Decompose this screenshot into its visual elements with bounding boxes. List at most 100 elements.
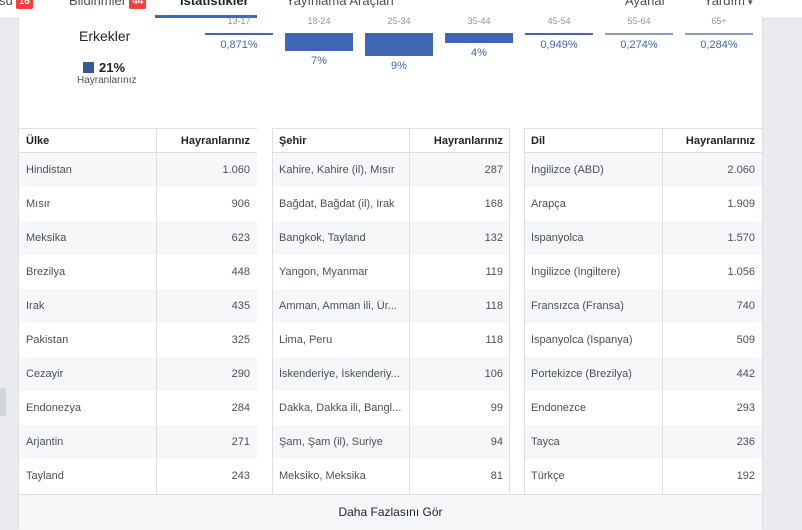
row-fan-count: 1.570	[727, 232, 755, 244]
table-row: Türkçe 192	[524, 459, 762, 493]
table-row: Irak 435	[19, 289, 257, 323]
row-fan-count: 192	[736, 470, 755, 482]
row-name: İskenderiye, İskenderiy...	[279, 368, 400, 380]
table-body: İngilizce (ABD) 2.060 Arapça 1.909 İspanyolc…	[524, 153, 762, 493]
age-percent-label: 4%	[471, 47, 487, 59]
table-body: Hindistan 1.060 Mısır 906 Meksika 623 Brezilya…	[19, 153, 257, 493]
column-header-fans: Hayranlarınız	[685, 135, 755, 147]
row-name: Endonezya	[26, 402, 82, 414]
row-fan-count: 94	[490, 436, 503, 448]
row-fan-count: 287	[484, 164, 503, 176]
table-row: Dakka, Dakka ili, Bangl... 99	[272, 391, 510, 425]
row-fan-count: 740	[736, 300, 755, 312]
age-range-label: 25-34	[387, 16, 411, 26]
see-more-button[interactable]: Daha Fazlasını Gör	[19, 494, 762, 530]
insights-people-card: Erkekler 21% Hayranlarınız 13-17 0,871% 18…	[18, 16, 763, 530]
table-row: Endonezce 293	[524, 391, 762, 425]
row-name: Dakka, Dakka ili, Bangl...	[279, 402, 402, 414]
row-name: Yangon, Myanmar	[279, 266, 369, 278]
notification-badge: 44	[129, 0, 147, 9]
gender-title: Erkekler	[79, 28, 131, 44]
row-fan-count: 435	[231, 300, 250, 312]
row-name: Arjantin	[26, 436, 64, 448]
row-name: Amman, Amman ili, Ür...	[279, 300, 397, 312]
table-row: Portekizce (Brezilya) 442	[524, 357, 762, 391]
age-percent-label: 0,871%	[220, 39, 258, 51]
country-table: Ülke Hayranlarınız Hindistan 1.060 Mısır 90…	[19, 128, 257, 495]
table-row: Şam, Şam (il), Suriye 94	[272, 425, 510, 459]
age-percent-label: 0,949%	[540, 39, 578, 51]
table-header: Dil Hayranlarınız	[524, 129, 762, 153]
table-row: Endonezya 284	[19, 391, 257, 425]
table-row: Cezayir 290	[19, 357, 257, 391]
table-row: Pakistan 325	[19, 323, 257, 357]
row-name: Brezilya	[26, 266, 66, 278]
scroll-edge-marker	[0, 388, 6, 416]
table-row: Arapça 1.909	[524, 187, 762, 221]
table-row: İskenderiye, İskenderiy... 106	[272, 357, 510, 391]
age-percent-label: 9%	[391, 60, 407, 72]
table-row: Yangon, Myanmar 119	[272, 255, 510, 289]
nav-item-settings[interactable]: Ayarlar	[625, 0, 666, 8]
row-name: Meksika	[26, 232, 67, 244]
row-name: Endonezce	[531, 402, 587, 414]
row-name: Portekizce (Brezilya)	[531, 368, 632, 380]
nav-item-notifications[interactable]: Bildirimler 44	[69, 0, 147, 10]
nav-item-messages[interactable]: su 16	[0, 0, 33, 10]
table-row: Tayca 236	[524, 425, 762, 459]
nav-item-insights[interactable]: İstatistikler	[180, 0, 249, 8]
column-header-language: Dil	[531, 135, 546, 147]
table-body: Kahire, Kahire (il), Mısır 287 Bağdat, Bağ…	[272, 153, 510, 493]
nav-item-publishing-tools[interactable]: Yayınlama Araçları	[286, 0, 394, 8]
age-bar	[525, 33, 593, 35]
row-fan-count: 509	[736, 334, 755, 346]
age-bar	[285, 33, 353, 51]
age-bar	[685, 33, 753, 35]
row-fan-count: 81	[490, 470, 503, 482]
row-name: Fransızca (Fransa)	[531, 300, 624, 312]
gender-percent: 21%	[83, 60, 125, 75]
row-fan-count: 132	[484, 232, 503, 244]
row-name: İngilizce (ABD)	[531, 164, 604, 176]
table-row: Bangkok, Tayland 132	[272, 221, 510, 255]
row-fan-count: 119	[485, 266, 503, 278]
table-header: Ülke Hayranlarınız	[19, 129, 257, 153]
nav-item-label: Yardım	[704, 0, 745, 8]
age-percent-label: 7%	[311, 55, 327, 67]
table-header: Şehir Hayranlarınız	[272, 129, 510, 153]
age-bar	[445, 33, 513, 43]
language-table: Dil Hayranlarınız İngilizce (ABD) 2.060 Ar…	[524, 128, 762, 495]
column-header-country: Ülke	[26, 135, 50, 147]
row-fan-count: 290	[231, 368, 250, 380]
table-border-left	[524, 129, 525, 495]
table-row: Amman, Amman ili, Ür... 118	[272, 289, 510, 323]
row-fan-count: 118	[485, 300, 503, 312]
table-row: Meksiko, Meksika 81	[272, 459, 510, 493]
nav-item-label: Bildirimler	[69, 0, 127, 8]
age-bar	[605, 33, 673, 35]
column-divider	[156, 129, 157, 495]
age-range-label: 13-17	[227, 16, 251, 26]
row-name: İspanyolca (İspanya)	[531, 334, 633, 346]
age-range-label: 18-24	[307, 16, 331, 26]
legend-swatch	[83, 62, 94, 73]
table-row: Mısır 906	[19, 187, 257, 221]
row-name: Mısır	[26, 198, 51, 210]
row-fan-count: 906	[231, 198, 250, 210]
row-fan-count: 1.909	[727, 198, 755, 210]
row-fan-count: 236	[736, 436, 755, 448]
table-row: İspanyolca (İspanya) 509	[524, 323, 762, 357]
row-fan-count: 293	[736, 402, 755, 414]
row-name: Meksiko, Meksika	[279, 470, 366, 482]
column-header-fans: Hayranlarınız	[180, 135, 250, 147]
table-row: Bağdat, Bağdat (il), Irak 168	[272, 187, 510, 221]
column-divider	[662, 129, 663, 495]
row-fan-count: 1.056	[727, 266, 755, 278]
city-table: Şehir Hayranlarınız Kahire, Kahire (il),…	[272, 128, 510, 495]
row-name: Tayca	[531, 436, 560, 448]
table-row: Lima, Peru 118	[272, 323, 510, 357]
nav-item-help[interactable]: Yardım ▾	[704, 0, 752, 8]
row-fan-count: 623	[231, 232, 250, 244]
table-row: Fransızca (Fransa) 740	[524, 289, 762, 323]
row-fan-count: 118	[485, 334, 503, 346]
